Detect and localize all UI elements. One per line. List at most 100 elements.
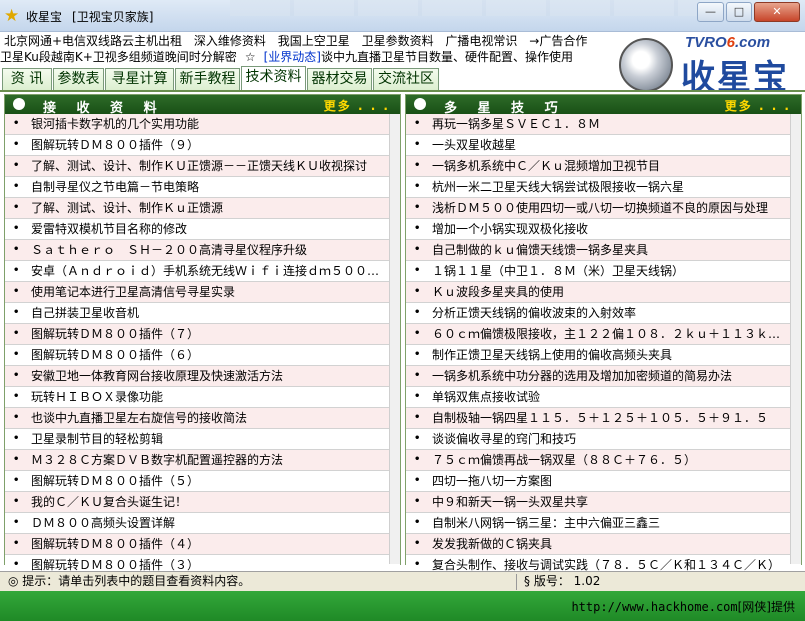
more-link[interactable]: 更多 . . .: [324, 97, 390, 114]
list-item[interactable]: • 安卓（Ａｎｄｒｏｉｄ）手机系统无线Ｗｉｆｉ连接ｄｍ５００…: [5, 261, 400, 282]
list-item-title[interactable]: 自己拼装卫星收音机: [31, 303, 139, 323]
ticker-text-2[interactable]: 谈中九直播卫星节目数量、硬件配置、操作使用: [321, 50, 573, 64]
link-repair[interactable]: 深入维修资料: [194, 34, 266, 48]
scrollbar[interactable]: [389, 114, 400, 564]
tab-community[interactable]: 交流社区: [373, 68, 439, 90]
footer-url[interactable]: http://www.hackhome.com: [571, 600, 737, 614]
list-item[interactable]: • 卫星录制节目的轻松剪辑: [5, 429, 400, 450]
list-item[interactable]: • Ｓａｔｈｅｒｏ ＳＨ－２００高清寻星仪程序升级: [5, 240, 400, 261]
list-item[interactable]: • 自己制做的ｋｕ偏馈天线馈一锅多星夹具: [406, 240, 801, 261]
list-item-title[interactable]: 自制寻星仪之节电篇－节电策略: [31, 177, 199, 197]
list-item-title[interactable]: 中９和新天一锅一头双星共享: [432, 492, 588, 512]
list-item-title[interactable]: 一头双星收越星: [432, 135, 516, 155]
list-item-title[interactable]: 自制极轴一锅四星１１５．５＋１２５＋１０５．５＋９１．５: [432, 408, 768, 428]
list-item[interactable]: • 了解、测试、设计、制作ＫＵ正馈源－－正馈天线ＫＵ收视探讨: [5, 156, 400, 177]
list-item[interactable]: • 图解玩转ＤＭ８００插件（４）: [5, 534, 400, 555]
close-button[interactable]: ✕: [754, 2, 800, 22]
list-item[interactable]: • ＤＭ８００高频头设置详解: [5, 513, 400, 534]
list-item[interactable]: • 四切一拖八切一方案图: [406, 471, 801, 492]
list-item-title[interactable]: 卫星录制节目的轻松剪辑: [31, 429, 163, 449]
list-item[interactable]: • 谈谈偏收寻星的窍门和技巧: [406, 429, 801, 450]
list-item-title[interactable]: 图解玩转ＤＭ８００插件（７）: [31, 324, 199, 344]
list-item-title[interactable]: Ｓａｔｈｅｒｏ ＳＨ－２００高清寻星仪程序升级: [31, 240, 307, 260]
list-item[interactable]: • １锅１１星（中卫１．８Ｍ（米）卫星天线锅）: [406, 261, 801, 282]
list-item-title[interactable]: １锅１１星（中卫１．８Ｍ（米）卫星天线锅）: [432, 261, 684, 281]
list-item-title[interactable]: 分析正馈天线锅的偏收波束的入射效率: [432, 303, 636, 323]
list-item-title[interactable]: 图解玩转ＤＭ８００插件（４）: [31, 534, 199, 554]
list-item[interactable]: • 自制寻星仪之节电篇－节电策略: [5, 177, 400, 198]
link-cloud-host[interactable]: 北京网通+电信双线路云主机出租: [4, 34, 182, 48]
list-item[interactable]: • ６０ｃｍ偏馈极限接收，主１２２偏１０８．２ｋｕ＋１１３ｋ…: [406, 324, 801, 345]
list-item-title[interactable]: 单锅双焦点接收试验: [432, 387, 540, 407]
list-item[interactable]: • 杭州一米二卫星天线大锅尝试极限接收一锅六星: [406, 177, 801, 198]
list-item-title[interactable]: ＤＭ８００高频头设置详解: [31, 513, 175, 533]
ticker-tag[interactable]: [业界动态]: [264, 50, 321, 64]
list-item[interactable]: • 安徽卫地一体教育网台接收原理及快速激活方法: [5, 366, 400, 387]
list-item-title[interactable]: 一锅多机系统中Ｃ／Ｋｕ混频增加卫视节目: [432, 156, 660, 176]
list-item[interactable]: • 了解、测试、设计、制作Ｋｕ正馈源: [5, 198, 400, 219]
list-item[interactable]: • 中９和新天一锅一头双星共享: [406, 492, 801, 513]
maximize-button[interactable]: □: [726, 2, 752, 22]
list-item-title[interactable]: 增加一个小锅实现双极化接收: [432, 219, 588, 239]
list-item[interactable]: • 玩转ＨＩＢＯＸ录像功能: [5, 387, 400, 408]
more-link[interactable]: 更多 . . .: [725, 97, 791, 114]
list-item-title[interactable]: 谈谈偏收寻星的窍门和技巧: [432, 429, 576, 449]
list-item[interactable]: • 浅析ＤＭ５００使用四切一或八切一切换频道不良的原因与处理: [406, 198, 801, 219]
list-item-title[interactable]: ７５ｃｍ偏馈再战一锅双星（８８Ｃ＋７６．５）: [432, 450, 696, 470]
list-item-title[interactable]: 图解玩转ＤＭ８００插件（６）: [31, 345, 199, 365]
list-item-title[interactable]: 自制米八网锅一锅三星：主中六偏亚三鑫三: [432, 513, 660, 533]
list-item-title[interactable]: 制作正馈卫星天线锅上使用的偏收高频头夹具: [432, 345, 672, 365]
list-item[interactable]: • Ｋｕ波段多星夹具的使用: [406, 282, 801, 303]
list-item-title[interactable]: 也谈中九直播卫星左右旋信号的接收简法: [31, 408, 247, 428]
tab-params[interactable]: 参数表: [53, 68, 104, 90]
list-item[interactable]: • Ｍ３２８Ｃ方案ＤＶＢ数字机配置遥控器的方法: [5, 450, 400, 471]
link-broadcast[interactable]: 广播电视常识: [445, 34, 517, 48]
list-item[interactable]: • 爱雷特双模机节目名称的修改: [5, 219, 400, 240]
list-item-title[interactable]: 安卓（Ａｎｄｒｏｉｄ）手机系统无线Ｗｉｆｉ连接ｄｍ５００…: [31, 261, 379, 281]
list-item[interactable]: • 一头双星收越星: [406, 135, 801, 156]
list-item[interactable]: • 银河插卡数字机的几个实用功能: [5, 114, 400, 135]
scrollbar[interactable]: [790, 114, 801, 564]
list-item-title[interactable]: Ｋｕ波段多星夹具的使用: [432, 282, 564, 302]
list-item-title[interactable]: 图解玩转ＤＭ８００插件（５）: [31, 471, 199, 491]
list-item[interactable]: • 我的Ｃ／ＫＵ复合头诞生记！: [5, 492, 400, 513]
list-item[interactable]: • 自己拼装卫星收音机: [5, 303, 400, 324]
tab-trade[interactable]: 器材交易: [307, 68, 372, 90]
list-item[interactable]: • 也谈中九直播卫星左右旋信号的接收简法: [5, 408, 400, 429]
ticker-text-1[interactable]: 卫星Ku段越南K+卫视多组频道晚间时分解密: [0, 50, 237, 64]
list-item[interactable]: • 单锅双焦点接收试验: [406, 387, 801, 408]
list-item[interactable]: • 图解玩转ＤＭ８００插件（５）: [5, 471, 400, 492]
list-item[interactable]: • 图解玩转ＤＭ８００插件（７）: [5, 324, 400, 345]
link-satellites[interactable]: 我国上空卫星: [278, 34, 350, 48]
list-item[interactable]: • 自制极轴一锅四星１１５．５＋１２５＋１０５．５＋９１．５: [406, 408, 801, 429]
list-item[interactable]: • 图解玩转ＤＭ８００插件（９）: [5, 135, 400, 156]
list-item[interactable]: • 发发我新做的Ｃ锅夹具: [406, 534, 801, 555]
link-ads[interactable]: →广告合作: [529, 34, 587, 48]
list-item-title[interactable]: 玩转ＨＩＢＯＸ录像功能: [31, 387, 163, 407]
list-item[interactable]: • 增加一个小锅实现双极化接收: [406, 219, 801, 240]
list-item-title[interactable]: 再玩一锅多星ＳＶＥＣ１．８Ｍ: [432, 114, 600, 134]
list-item-title[interactable]: 了解、测试、设计、制作Ｋｕ正馈源: [31, 198, 223, 218]
list-item[interactable]: • 再玩一锅多星ＳＶＥＣ１．８Ｍ: [406, 114, 801, 135]
list-item-title[interactable]: 我的Ｃ／ＫＵ复合头诞生记！: [31, 492, 187, 512]
tab-tech[interactable]: 技术资料: [241, 66, 306, 90]
list-item[interactable]: • 图解玩转ＤＭ８００插件（６）: [5, 345, 400, 366]
list-item[interactable]: • 制作正馈卫星天线锅上使用的偏收高频头夹具: [406, 345, 801, 366]
list-item-title[interactable]: ６０ｃｍ偏馈极限接收，主１２２偏１０８．２ｋｕ＋１１３ｋ…: [432, 324, 780, 344]
list-item[interactable]: • 自制米八网锅一锅三星：主中六偏亚三鑫三: [406, 513, 801, 534]
list-item[interactable]: • ７５ｃｍ偏馈再战一锅双星（８８Ｃ＋７６．５）: [406, 450, 801, 471]
list-item-title[interactable]: 图解玩转ＤＭ８００插件（９）: [31, 135, 199, 155]
list-item-title[interactable]: 四切一拖八切一方案图: [432, 471, 552, 491]
list-item[interactable]: • 使用笔记本进行卫星高清信号寻星实录: [5, 282, 400, 303]
tab-calc[interactable]: 寻星计算: [105, 68, 174, 90]
list-item-title[interactable]: 自己制做的ｋｕ偏馈天线馈一锅多星夹具: [432, 240, 648, 260]
list-item[interactable]: • 一锅多机系统中功分器的选用及增加加密频道的简易办法: [406, 366, 801, 387]
list-item-title[interactable]: 发发我新做的Ｃ锅夹具: [432, 534, 552, 554]
link-sat-params[interactable]: 卫星参数资料: [362, 34, 434, 48]
list-item[interactable]: • 一锅多机系统中Ｃ／Ｋｕ混频增加卫视节目: [406, 156, 801, 177]
list-item-title[interactable]: 浅析ＤＭ５００使用四切一或八切一切换频道不良的原因与处理: [432, 198, 768, 218]
minimize-button[interactable]: —: [697, 2, 724, 22]
tab-tutorial[interactable]: 新手教程: [175, 68, 240, 90]
list-item-title[interactable]: 安徽卫地一体教育网台接收原理及快速激活方法: [31, 366, 283, 386]
list-item-title[interactable]: 杭州一米二卫星天线大锅尝试极限接收一锅六星: [432, 177, 684, 197]
